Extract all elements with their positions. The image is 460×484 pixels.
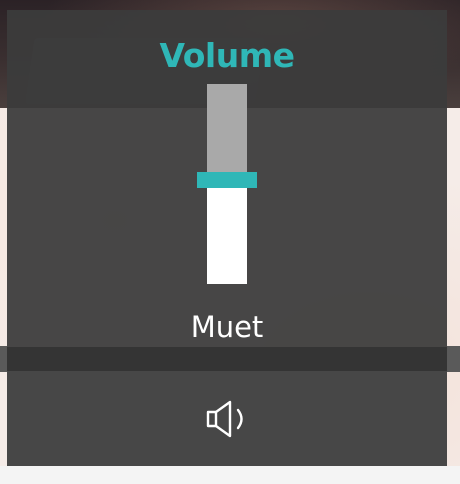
volume-slider-handle[interactable] — [197, 172, 257, 188]
mute-label: Muet — [190, 310, 264, 344]
background-edge-strip — [0, 346, 7, 372]
background-edge-strip — [447, 346, 460, 372]
volume-overlay: Volume Muet — [7, 10, 447, 466]
mute-toggle-button[interactable] — [7, 371, 447, 466]
volume-slider-empty-part — [207, 84, 247, 180]
speaker-icon — [206, 400, 243, 438]
volume-bottom-bar — [7, 347, 447, 371]
background-footer — [0, 466, 460, 484]
volume-slider[interactable] — [197, 84, 257, 284]
volume-title: Volume — [159, 36, 295, 75]
